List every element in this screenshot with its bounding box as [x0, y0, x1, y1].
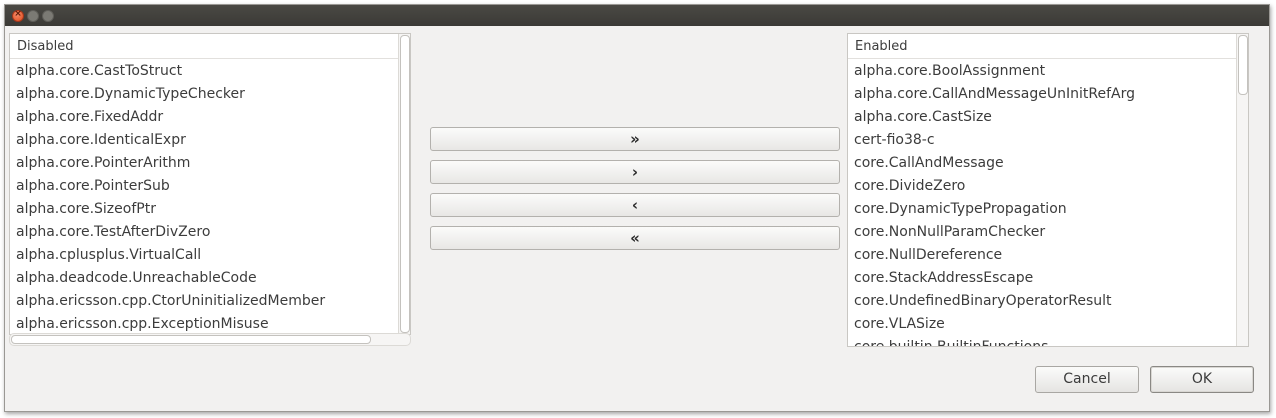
- list-item[interactable]: alpha.core.SizeofPtr: [10, 198, 410, 221]
- disabled-list-horizontal-scroll-thumb[interactable]: [11, 335, 371, 344]
- list-item[interactable]: alpha.core.PointerArithm: [10, 152, 410, 175]
- list-item[interactable]: alpha.ericsson.cpp.CtorUninitializedMemb…: [10, 290, 410, 313]
- list-item[interactable]: core.NullDereference: [848, 244, 1248, 267]
- maximize-window-button[interactable]: [42, 10, 54, 22]
- list-item[interactable]: alpha.core.CastToStruct: [10, 60, 410, 83]
- ok-button[interactable]: OK: [1150, 366, 1254, 393]
- list-item[interactable]: alpha.core.DynamicTypeChecker: [10, 83, 410, 106]
- list-item[interactable]: core.DivideZero: [848, 175, 1248, 198]
- enabled-list-header[interactable]: Enabled: [848, 34, 1248, 59]
- enabled-list-vertical-scrollbar[interactable]: [1236, 34, 1248, 346]
- add-all-button[interactable]: »: [430, 127, 840, 151]
- list-item[interactable]: core.NonNullParamChecker: [848, 221, 1248, 244]
- list-item[interactable]: cert-fio38-c: [848, 129, 1248, 152]
- remove-button[interactable]: ‹: [430, 193, 840, 217]
- disabled-list-vertical-scrollbar[interactable]: [398, 34, 410, 334]
- remove-all-button[interactable]: «: [430, 226, 840, 250]
- disabled-list-panel: Disabled alpha.core.CastToStruct alpha.c…: [9, 33, 411, 335]
- close-icon: ×: [14, 9, 22, 19]
- close-window-button[interactable]: ×: [12, 9, 24, 22]
- list-item[interactable]: alpha.core.FixedAddr: [10, 106, 410, 129]
- list-item[interactable]: alpha.core.TestAfterDivZero: [10, 221, 410, 244]
- enabled-list-panel: Enabled alpha.core.BoolAssignment alpha.…: [847, 33, 1249, 347]
- list-item[interactable]: alpha.deadcode.UnreachableCode: [10, 267, 410, 290]
- disabled-list-scroll-thumb[interactable]: [400, 35, 410, 333]
- minimize-window-button[interactable]: [27, 10, 39, 22]
- dialog-window: × Disabled alpha.core.CastToStruct alpha…: [4, 4, 1270, 412]
- enabled-list: alpha.core.BoolAssignment alpha.core.Cal…: [848, 60, 1248, 346]
- list-item[interactable]: alpha.core.CastSize: [848, 106, 1248, 129]
- disabled-list-header[interactable]: Disabled: [10, 34, 410, 59]
- list-item[interactable]: alpha.core.BoolAssignment: [848, 60, 1248, 83]
- list-item[interactable]: alpha.core.CallAndMessageUnInitRefArg: [848, 83, 1248, 106]
- list-item[interactable]: core.builtin.BuiltinFunctions: [848, 336, 1248, 346]
- list-item[interactable]: core.CallAndMessage: [848, 152, 1248, 175]
- enabled-list-scroll-thumb[interactable]: [1238, 35, 1248, 95]
- list-item[interactable]: alpha.cplusplus.VirtualCall: [10, 244, 410, 267]
- list-item[interactable]: core.UndefinedBinaryOperatorResult: [848, 290, 1248, 313]
- list-item[interactable]: alpha.core.IdenticalExpr: [10, 129, 410, 152]
- list-item[interactable]: alpha.core.PointerSub: [10, 175, 410, 198]
- list-item[interactable]: alpha.ericsson.cpp.ExceptionMisuse: [10, 313, 410, 334]
- add-button[interactable]: ›: [430, 160, 840, 184]
- list-item[interactable]: core.StackAddressEscape: [848, 267, 1248, 290]
- cancel-button[interactable]: Cancel: [1035, 366, 1139, 393]
- disabled-list: alpha.core.CastToStruct alpha.core.Dynam…: [10, 60, 410, 334]
- list-item[interactable]: core.VLASize: [848, 313, 1248, 336]
- list-item[interactable]: core.DynamicTypePropagation: [848, 198, 1248, 221]
- title-bar: ×: [5, 5, 1269, 26]
- disabled-list-horizontal-scrollbar[interactable]: [9, 333, 411, 346]
